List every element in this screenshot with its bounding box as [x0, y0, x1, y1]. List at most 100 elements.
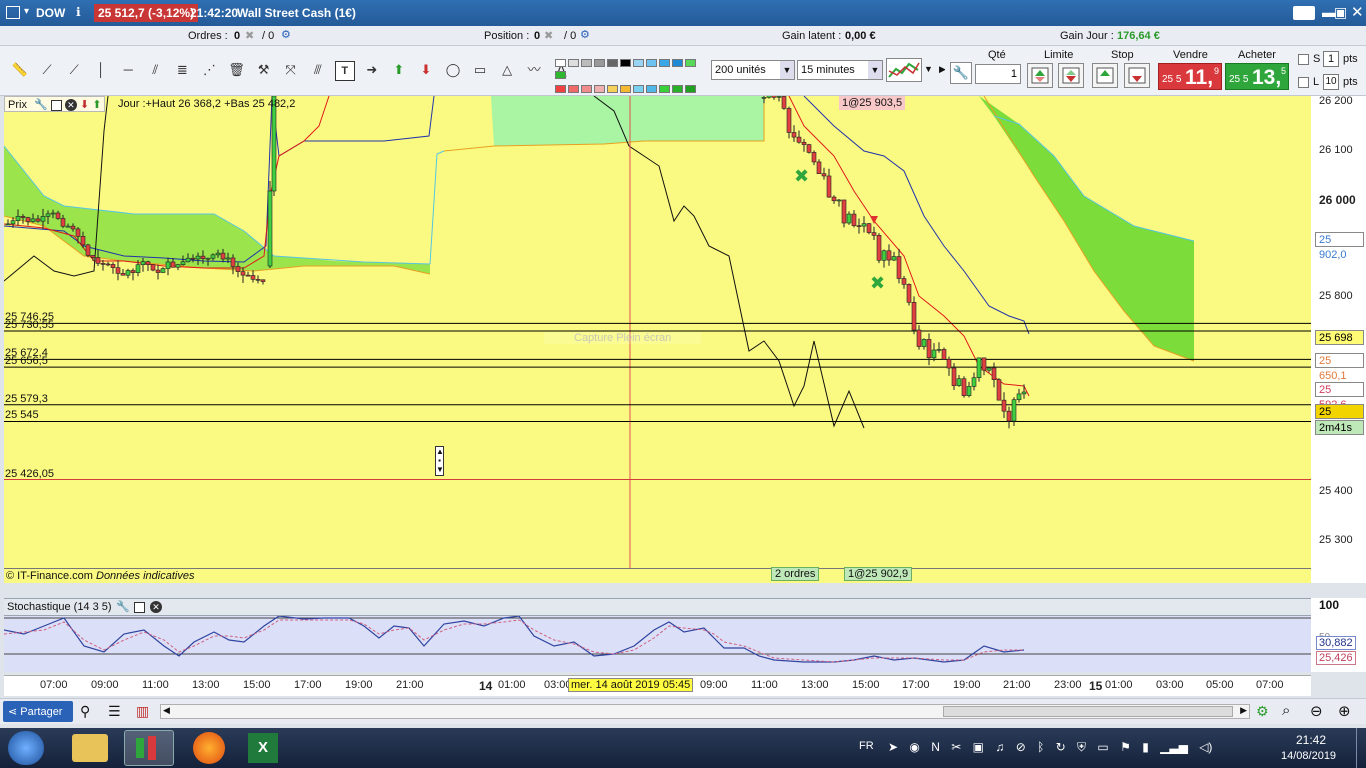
zoom-in-icon[interactable]: ⊕: [1338, 702, 1351, 720]
move-up-icon[interactable]: ⬆: [92, 99, 101, 111]
close-icon[interactable]: ✕: [1351, 3, 1364, 21]
ruler-icon[interactable]: 📏: [10, 60, 30, 80]
chevron-down-icon[interactable]: ▾: [24, 6, 29, 17]
excel-icon[interactable]: X: [248, 733, 278, 763]
bluetooth-icon[interactable]: ᛒ: [1037, 740, 1044, 754]
channel-tool-icon[interactable]: ⫽: [145, 60, 165, 80]
maximize-icon[interactable]: [50, 99, 62, 111]
s-points-input[interactable]: 1: [1323, 51, 1339, 67]
vertical-line-icon[interactable]: │: [91, 60, 111, 80]
stop-checkbox[interactable]: [1298, 54, 1309, 65]
buy-button[interactable]: 25 5 13, 5: [1225, 63, 1289, 90]
arrow-down-icon[interactable]: ⬇: [416, 60, 436, 80]
clock-date[interactable]: 14/08/2019: [1281, 750, 1336, 762]
stop-sell-button[interactable]: [1124, 63, 1150, 88]
file-explorer-icon[interactable]: [72, 734, 108, 762]
volume-icon[interactable]: ◁): [1199, 740, 1212, 754]
move-down-icon[interactable]: ⬇: [80, 99, 89, 111]
arrow-right-icon[interactable]: ➜: [362, 60, 382, 80]
list-icon[interactable]: ☰: [108, 703, 121, 720]
rectangle-icon[interactable]: ▭: [470, 60, 490, 80]
fan-tool-icon[interactable]: ⋰: [199, 60, 219, 80]
scroll-right-icon[interactable]: ▶: [1240, 705, 1247, 716]
antivirus-icon[interactable]: ⊘: [1016, 740, 1026, 754]
orders-count-tag[interactable]: 2 ordres: [771, 567, 820, 581]
price-axis[interactable]: 26 200 26 100 26 000 25 800 25 400 25 300 25 …: [1311, 95, 1366, 583]
clipboard-icon[interactable]: ▣: [973, 740, 984, 754]
fibonacci-icon[interactable]: ≣: [172, 60, 192, 80]
limit-buy-button[interactable]: [1027, 63, 1053, 88]
l-points-input[interactable]: 10: [1323, 74, 1339, 90]
limit-checkbox[interactable]: [1298, 77, 1309, 88]
parallel-icon[interactable]: ⫻: [308, 60, 328, 80]
maximize-icon[interactable]: [134, 602, 145, 613]
camera-icon[interactable]: ◉: [909, 740, 919, 754]
info-icon[interactable]: ℹ: [76, 5, 81, 19]
arrow-up-icon[interactable]: ⬆: [389, 60, 409, 80]
language-indicator[interactable]: FR: [859, 740, 874, 752]
units-select[interactable]: 200 unités ▼: [711, 60, 795, 80]
close-icon[interactable]: ✕: [64, 99, 77, 112]
keyboard-icon[interactable]: [1293, 6, 1315, 20]
hammer-icon[interactable]: ⚒: [254, 60, 274, 80]
close-position-icon[interactable]: ✖: [544, 29, 553, 42]
zoom-out-icon[interactable]: ⊖: [1310, 702, 1323, 720]
stochastic-panel[interactable]: [4, 616, 1311, 672]
show-desktop-button[interactable]: [1356, 728, 1366, 768]
gear-icon[interactable]: ⚙: [281, 28, 291, 41]
trend-icon[interactable]: 〰: [524, 60, 544, 80]
scrollbar-thumb[interactable]: [943, 706, 1233, 717]
maximize-icon[interactable]: ▣: [1334, 4, 1347, 21]
line-tool-icon[interactable]: ⟋: [37, 60, 57, 80]
layout-icon[interactable]: [6, 6, 20, 19]
stop-buy-button[interactable]: [1092, 63, 1118, 88]
share-button[interactable]: ⋖ Partager: [3, 701, 73, 722]
chevron-down-icon[interactable]: ▼: [924, 64, 933, 74]
interval-select[interactable]: 15 minutes ▼: [797, 60, 883, 80]
sell-button[interactable]: 25 5 11, 9: [1158, 63, 1222, 90]
pending-order-tag[interactable]: 1@25 903,5: [839, 96, 906, 110]
horizontal-line-icon[interactable]: ─: [118, 60, 138, 80]
layout-icon[interactable]: ▥: [136, 703, 149, 720]
tool-icon[interactable]: ✂: [951, 740, 961, 754]
wrench-icon[interactable]: 🔧: [34, 99, 48, 111]
scroll-left-icon[interactable]: ◀: [163, 705, 170, 716]
color-palette[interactable]: [554, 58, 708, 105]
onenote-icon[interactable]: N: [931, 740, 940, 754]
indicators-button[interactable]: [886, 58, 922, 82]
firefox-icon[interactable]: [193, 732, 225, 764]
ray-tool-icon[interactable]: ⟋: [64, 60, 84, 80]
zoom-fit-icon[interactable]: ⌕: [1282, 702, 1290, 719]
executed-order-tag[interactable]: 1@25 902,9: [844, 567, 913, 581]
trash-icon[interactable]: 🗑: [227, 60, 247, 80]
horizontal-scrollbar[interactable]: ◀ ▶: [160, 704, 1250, 719]
close-icon[interactable]: ✕: [150, 601, 162, 613]
gear-icon[interactable]: ⚙: [580, 28, 590, 41]
text-tool-icon[interactable]: T: [334, 61, 355, 81]
wrench-icon[interactable]: 🔧: [116, 600, 130, 613]
headset-icon[interactable]: ♫: [995, 740, 1004, 754]
instrument-menu[interactable]: DOW: [36, 6, 65, 20]
triangle-icon[interactable]: △: [497, 60, 517, 80]
sync-icon[interactable]: ↻: [1056, 740, 1066, 754]
wrench-icon[interactable]: 🔧: [950, 62, 972, 84]
scroll-handle[interactable]: ▲ ▪ ▼: [435, 446, 444, 476]
flag-icon[interactable]: ⚑: [1120, 740, 1131, 754]
signal-icon[interactable]: ▁▃▅: [1160, 740, 1188, 754]
cross-arrows-icon[interactable]: ⤧: [281, 60, 301, 80]
shield-icon[interactable]: ⛨: [1077, 740, 1086, 754]
time-axis[interactable]: 07:00 09:00 11:00 13:00 15:00 17:00 19:00 21:00…: [4, 675, 1311, 696]
ellipse-icon[interactable]: ◯: [443, 60, 463, 80]
limit-sell-button[interactable]: [1058, 63, 1084, 88]
display-icon[interactable]: ▭: [1097, 740, 1108, 754]
telegram-icon[interactable]: ➤: [888, 740, 898, 754]
start-button[interactable]: [8, 731, 44, 765]
chart-settings-icon[interactable]: ⚙: [1256, 703, 1269, 720]
clock-time[interactable]: 21:42: [1296, 733, 1326, 747]
link-icon[interactable]: ⚲: [80, 703, 90, 720]
cancel-orders-icon[interactable]: ✖: [245, 29, 254, 42]
battery-icon[interactable]: ▮: [1142, 740, 1149, 754]
price-chart[interactable]: ✖ ✖ Prix 🔧 ✕ ⬇ ⬆ Jour :+Haut 26 368,2 +B…: [4, 96, 1311, 583]
qty-input[interactable]: [975, 64, 1021, 84]
time-tick: 13:00: [801, 679, 829, 691]
